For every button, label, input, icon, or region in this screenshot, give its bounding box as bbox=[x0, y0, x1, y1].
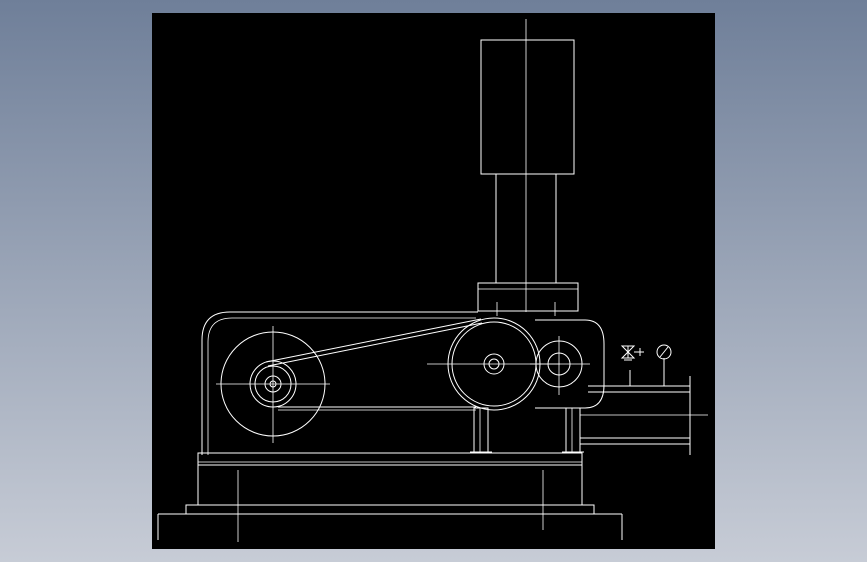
drive-belt bbox=[265, 318, 483, 411]
coupling-flange bbox=[477, 282, 579, 316]
drawing-canvas[interactable] bbox=[152, 13, 715, 549]
discharge-pipe bbox=[580, 358, 708, 455]
pressure-valve-symbol-icon bbox=[620, 345, 644, 361]
rotor-wheel bbox=[530, 336, 590, 395]
motor bbox=[480, 19, 575, 312]
base-frame bbox=[157, 452, 623, 542]
driven-pulley bbox=[216, 326, 330, 443]
pressure-gauge-symbol-icon bbox=[656, 344, 672, 360]
support-legs bbox=[470, 407, 584, 453]
pump-housing bbox=[201, 311, 478, 455]
pump-assembly-drawing bbox=[157, 19, 708, 542]
cad-viewer bbox=[0, 0, 867, 562]
